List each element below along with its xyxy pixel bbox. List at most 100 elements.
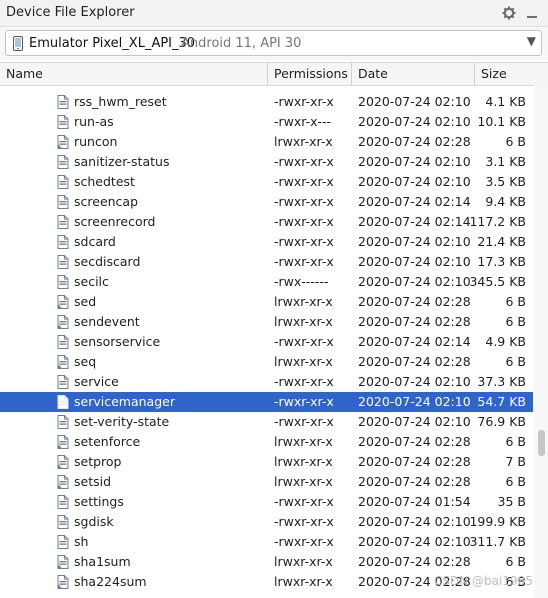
table-row[interactable]: screenrecord -rwxr-xr-x 2020-07-24 02:14 11… [0, 212, 533, 232]
file-permissions: -rwxr-xr-x [274, 154, 334, 169]
table-row[interactable]: seq lrwxr-xr-x 2020-07-24 02:28 6 B [0, 352, 533, 372]
file-link-icon [57, 455, 69, 469]
file-name: screencap [74, 194, 139, 209]
file-date: 2020-07-24 02:10 [358, 534, 471, 549]
file-date: 2020-07-24 02:10 [358, 254, 471, 269]
file-size: 35 B [497, 494, 526, 509]
file-icon [57, 275, 69, 289]
file-date: 2020-07-24 02:28 [358, 354, 471, 369]
file-permissions: -rwxr-xr-x [274, 234, 334, 249]
scroll-thumb[interactable] [538, 430, 545, 456]
file-permissions: -rwxr-xr-x [274, 94, 334, 109]
table-row[interactable]: sha1sum lrwxr-xr-x 2020-07-24 02:28 6 B [0, 552, 533, 572]
file-size: 37.3 KB [477, 374, 526, 389]
file-name: sdcard [74, 234, 116, 249]
file-date: 2020-07-24 02:28 [358, 294, 471, 309]
table-row-partial [0, 84, 533, 92]
file-link-icon [57, 295, 69, 309]
column-size-header[interactable]: Size [475, 63, 548, 85]
file-name: sensorservice [74, 334, 161, 349]
table-row[interactable]: setsid lrwxr-xr-x 2020-07-24 02:28 6 B [0, 472, 533, 492]
file-date: 2020-07-24 02:10 [358, 394, 471, 409]
file-name: sh [74, 534, 89, 549]
file-icon [57, 175, 69, 189]
file-permissions: -rwxr-xr-x [274, 494, 334, 509]
table-row[interactable]: setprop lrwxr-xr-x 2020-07-24 02:28 7 B [0, 452, 533, 472]
file-size: 199.9 KB [469, 514, 526, 529]
file-size: 311.7 KB [469, 534, 526, 549]
vertical-scrollbar[interactable] [534, 84, 548, 598]
file-size: 17.3 KB [477, 254, 526, 269]
table-row[interactable]: sdcard -rwxr-xr-x 2020-07-24 02:10 21.4 KB [0, 232, 533, 252]
file-permissions: -rwxr-x--- [274, 114, 332, 129]
minimize-icon[interactable] [522, 3, 542, 23]
file-date: 2020-07-24 02:28 [358, 474, 471, 489]
table-row[interactable]: run-as -rwxr-x--- 2020-07-24 02:10 10.1 KB [0, 112, 533, 132]
file-icon [57, 335, 69, 349]
table-row[interactable]: sha224sum lrwxr-xr-x 2020-07-24 02:28 6 B [0, 572, 533, 592]
file-permissions: -rwx------ [274, 274, 329, 289]
column-date-header[interactable]: Date [352, 63, 475, 85]
file-size: 6 B [505, 294, 526, 309]
file-size: 3.1 KB [485, 154, 526, 169]
file-size: 10.1 KB [477, 114, 526, 129]
file-name: service [74, 374, 119, 389]
table-row[interactable]: servicemanager -rwxr-xr-x 2020-07-24 02:10… [0, 392, 533, 412]
file-name: setsid [74, 474, 112, 489]
device-selector[interactable]: Emulator Pixel_XL_API_30 Android 11, API… [5, 30, 542, 56]
file-link-icon [57, 555, 69, 569]
file-date: 2020-07-24 02:10 [358, 154, 471, 169]
table-row[interactable]: secilc -rwx------ 2020-07-24 02:10 345.5 KB [0, 272, 533, 292]
table-row[interactable]: rss_hwm_reset -rwxr-xr-x 2020-07-24 02:10 4… [0, 92, 533, 112]
file-link-icon [57, 315, 69, 329]
table-row[interactable]: settings -rwxr-xr-x 2020-07-24 01:54 35 B [0, 492, 533, 512]
column-permissions-header[interactable]: Permissions [268, 63, 352, 85]
phone-icon [12, 36, 24, 54]
file-permissions: -rwxr-xr-x [274, 374, 334, 389]
file-name: secdiscard [74, 254, 141, 269]
file-icon [57, 415, 69, 429]
table-row[interactable]: sed lrwxr-xr-x 2020-07-24 02:28 6 B [0, 292, 533, 312]
table-row[interactable]: sh -rwxr-xr-x 2020-07-24 02:10 311.7 KB [0, 532, 533, 552]
file-size: 6 B [505, 554, 526, 569]
file-size: 76.9 KB [477, 414, 526, 429]
file-icon [57, 535, 69, 549]
file-size: 4.1 KB [485, 94, 526, 109]
column-name-header[interactable]: Name [0, 63, 268, 85]
file-icon [57, 195, 69, 209]
table-row[interactable]: sgdisk -rwxr-xr-x 2020-07-24 02:10 199.9 KB [0, 512, 533, 532]
table-row[interactable]: runcon lrwxr-xr-x 2020-07-24 02:28 6 B [0, 132, 533, 152]
file-permissions: -rwxr-xr-x [274, 174, 334, 189]
table-header: Name Permissions Date Size [0, 62, 548, 86]
file-link-icon [57, 355, 69, 369]
chevron-down-icon[interactable]: ▼ [527, 34, 536, 48]
file-icon [57, 215, 69, 229]
table-row[interactable]: setenforce lrwxr-xr-x 2020-07-24 02:28 6 B [0, 432, 533, 452]
file-name: sed [74, 294, 97, 309]
file-date: 2020-07-24 02:28 [358, 574, 471, 589]
table-row[interactable]: sanitizer-status -rwxr-xr-x 2020-07-24 02:… [0, 152, 533, 172]
file-icon [57, 395, 69, 409]
table-row[interactable]: service -rwxr-xr-x 2020-07-24 02:10 37.3 KB [0, 372, 533, 392]
table-row[interactable]: secdiscard -rwxr-xr-x 2020-07-24 02:10 17.3… [0, 252, 533, 272]
file-permissions: lrwxr-xr-x [274, 434, 333, 449]
gear-icon[interactable] [499, 3, 519, 23]
file-name: schedtest [74, 174, 135, 189]
file-icon [57, 515, 69, 529]
file-name: seq [74, 354, 97, 369]
table-row[interactable]: schedtest -rwxr-xr-x 2020-07-24 02:10 3.5 K… [0, 172, 533, 192]
file-list: rss_hwm_reset -rwxr-xr-x 2020-07-24 02:10 4… [0, 84, 533, 598]
file-permissions: -rwxr-xr-x [274, 514, 334, 529]
file-size: 6 B [505, 574, 526, 589]
window-title: Device File Explorer [6, 5, 135, 20]
table-row[interactable]: screencap -rwxr-xr-x 2020-07-24 02:14 9.4 K… [0, 192, 533, 212]
file-link-icon [57, 135, 69, 149]
table-row[interactable]: set-verity-state -rwxr-xr-x 2020-07-24 02:… [0, 412, 533, 432]
table-row[interactable]: sensorservice -rwxr-xr-x 2020-07-24 02:14 4… [0, 332, 533, 352]
file-date: 2020-07-24 01:54 [358, 494, 471, 509]
device-bar: Emulator Pixel_XL_API_30 Android 11, API… [0, 27, 548, 60]
file-date: 2020-07-24 02:14 [358, 334, 471, 349]
file-size: 6 B [505, 434, 526, 449]
file-permissions: -rwxr-xr-x [274, 194, 334, 209]
table-row[interactable]: sendevent lrwxr-xr-x 2020-07-24 02:28 6 B [0, 312, 533, 332]
